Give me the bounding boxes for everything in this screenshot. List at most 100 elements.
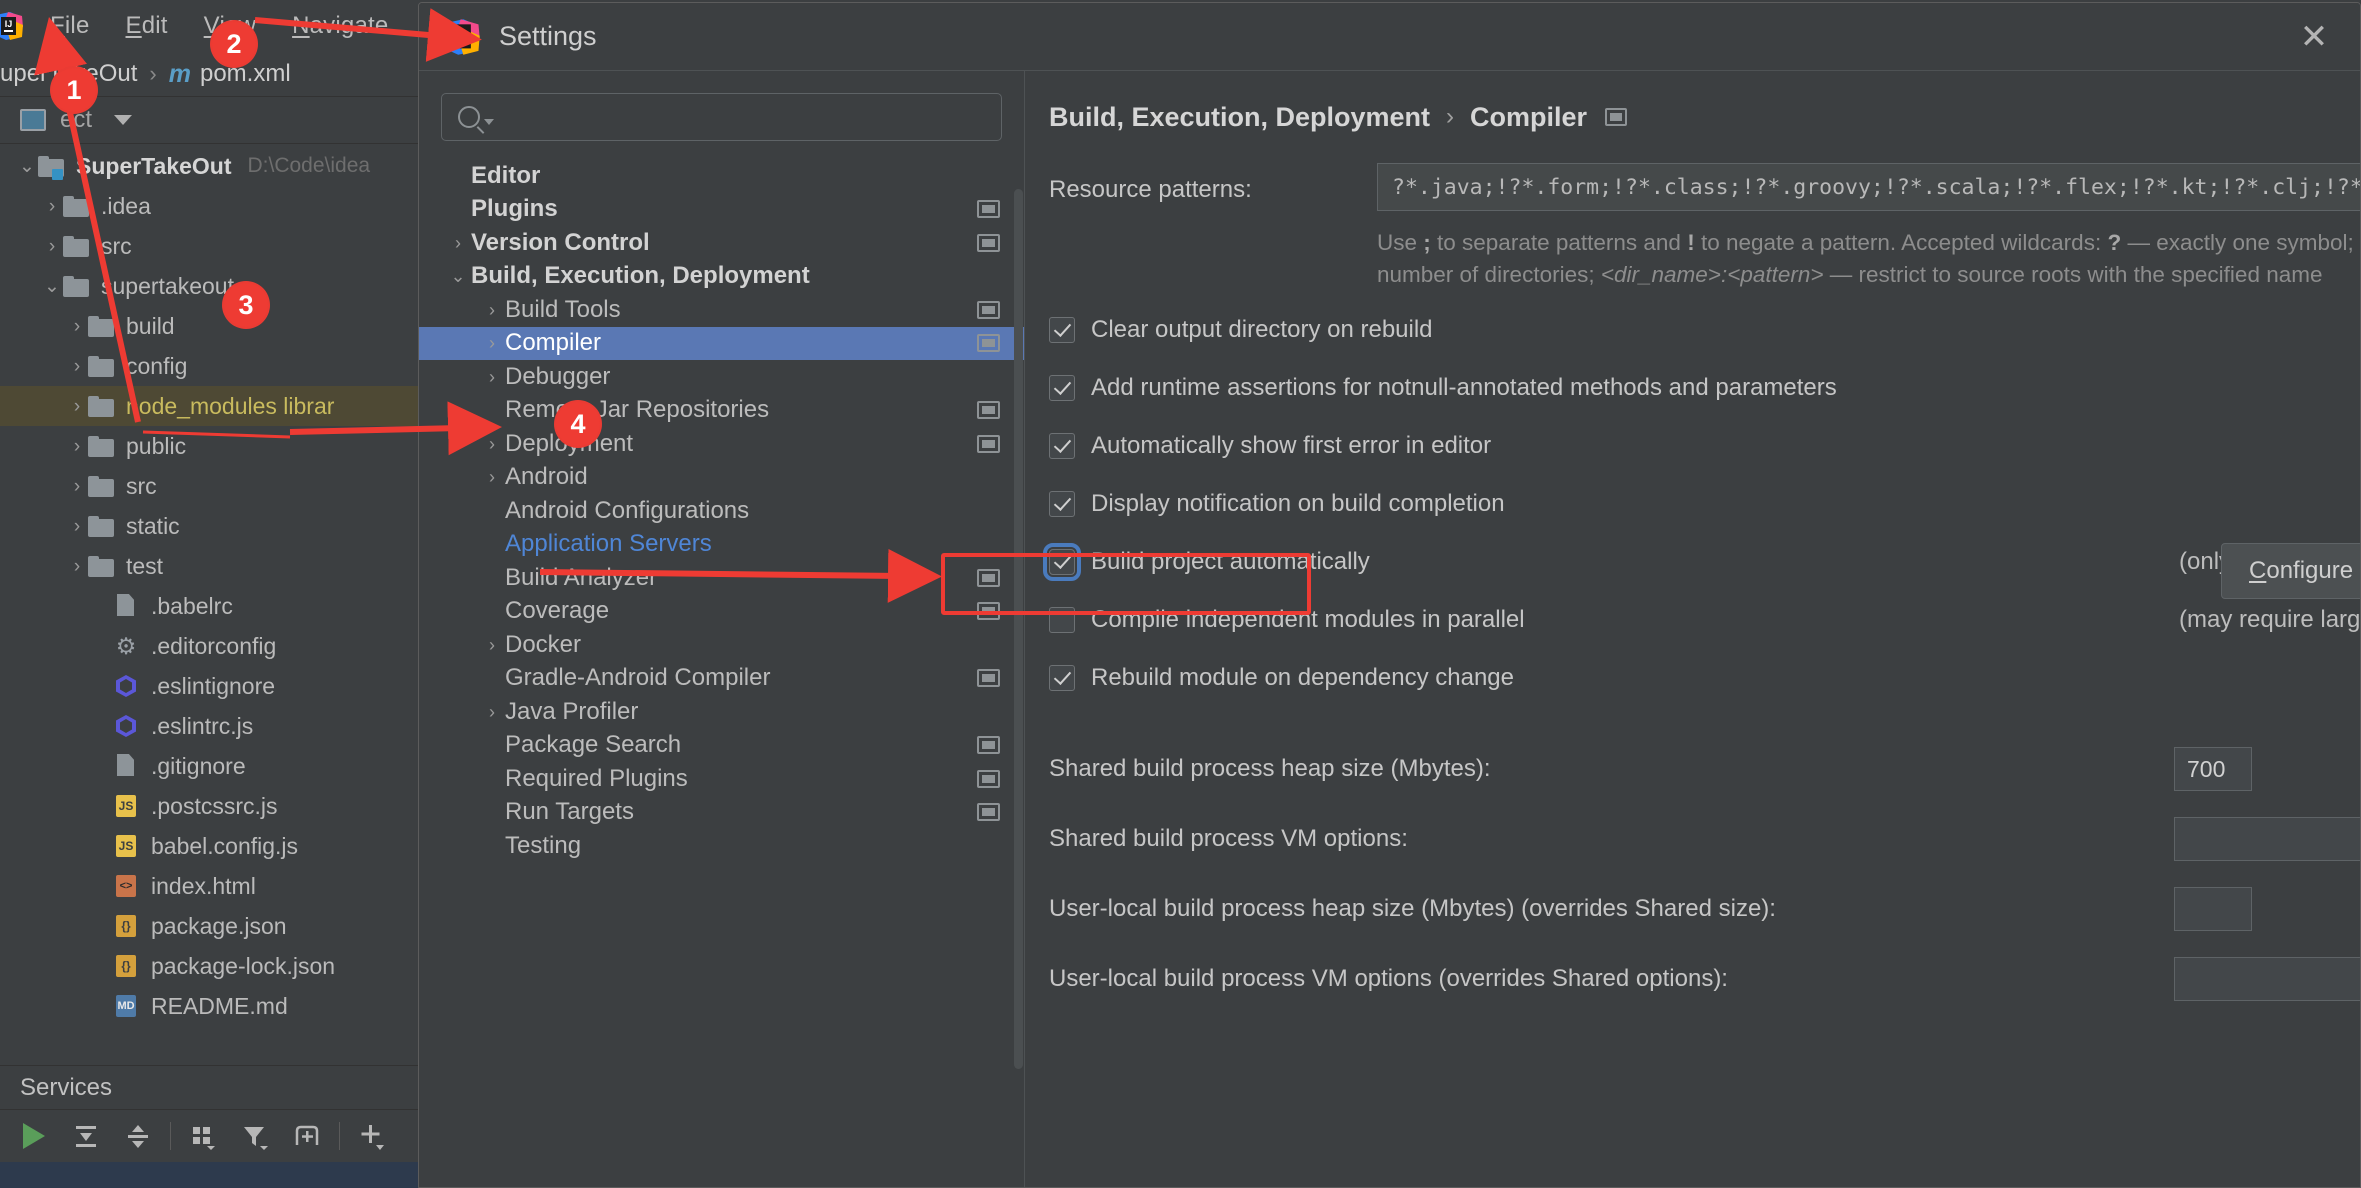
tree-item[interactable]: › .idea — [0, 186, 420, 226]
add-tab-icon[interactable] — [281, 1110, 333, 1162]
tree-item[interactable]: ⚙ .editorconfig — [0, 626, 420, 666]
tree-item[interactable]: .postcssrc.js — [0, 786, 420, 826]
chevron-icon[interactable]: › — [479, 468, 505, 486]
chevron-icon[interactable]: › — [479, 334, 505, 352]
checkbox-display-notification-on-build-completion[interactable] — [1049, 491, 1075, 517]
settings-nav-item-docker[interactable]: › Docker — [419, 628, 1024, 662]
run-icon[interactable] — [8, 1110, 60, 1162]
tree-item[interactable]: › src — [0, 466, 420, 506]
chevron-icon[interactable]: › — [66, 437, 88, 456]
checkbox-rebuild-module-on-dependency-change[interactable] — [1049, 665, 1075, 691]
chevron-icon[interactable]: › — [479, 301, 505, 319]
module-scope-icon[interactable] — [1605, 108, 1628, 126]
breadcrumb-crumb-1[interactable]: Build, Execution, Deployment — [1049, 102, 1430, 133]
settings-nav-item-deployment[interactable]: ›Deployment — [419, 427, 1024, 461]
nav-scrollbar[interactable] — [1014, 189, 1023, 1069]
settings-nav-item-coverage[interactable]: Coverage — [419, 595, 1024, 629]
services-selected-row[interactable] — [0, 1162, 420, 1188]
settings-nav-list[interactable]: Editor Plugins › Version Control ⌄ Build, Exe… — [419, 159, 1024, 863]
chevron-icon[interactable]: › — [66, 317, 88, 336]
checkbox-label[interactable]: Automatically show first error in editor — [1091, 432, 1491, 460]
settings-nav-item-android[interactable]: › Android — [419, 461, 1024, 495]
chevron-icon[interactable]: › — [66, 557, 88, 576]
close-icon[interactable]: ✕ — [2294, 17, 2334, 57]
settings-nav-item-run-targets[interactable]: Run Targets — [419, 796, 1024, 830]
menu-item-file[interactable]: File — [32, 12, 108, 40]
tree-item[interactable]: ⌄ supertakeout — [0, 266, 420, 306]
group-by-icon[interactable] — [177, 1110, 229, 1162]
settings-nav-item-plugins[interactable]: Plugins — [419, 193, 1024, 227]
tree-item[interactable]: › config — [0, 346, 420, 386]
settings-nav-item-debugger[interactable]: › Debugger — [419, 360, 1024, 394]
settings-nav-item-editor[interactable]: Editor — [419, 159, 1024, 193]
services-tool-window-tab[interactable]: Services — [0, 1065, 420, 1110]
chevron-icon[interactable]: › — [479, 703, 505, 721]
chevron-icon[interactable]: › — [41, 197, 63, 216]
settings-nav-item-package-search[interactable]: Package Search — [419, 729, 1024, 763]
settings-nav-item-build-analyzer[interactable]: Build Analyzer — [419, 561, 1024, 595]
chevron-icon[interactable]: › — [479, 435, 505, 453]
tree-item[interactable]: › test — [0, 546, 420, 586]
chevron-icon[interactable]: ⌄ — [41, 277, 63, 296]
menu-item-navigate[interactable]: Navigate — [274, 12, 406, 40]
settings-field-input[interactable]: ↗ — [2174, 817, 2360, 861]
tree-item[interactable]: .eslintignore — [0, 666, 420, 706]
settings-nav-item-version-control[interactable]: › Version Control — [419, 226, 1024, 260]
tree-item[interactable]: index.html — [0, 866, 420, 906]
tree-item[interactable]: README.md — [0, 986, 420, 1026]
chevron-down-icon[interactable] — [484, 119, 494, 125]
tree-item[interactable]: .eslintrc.js — [0, 706, 420, 746]
chevron-icon[interactable]: ⌄ — [16, 157, 38, 176]
checkbox-label[interactable]: Rebuild module on dependency change — [1091, 664, 1514, 692]
tree-item[interactable]: .babelrc — [0, 586, 420, 626]
chevron-down-icon[interactable] — [114, 115, 133, 125]
settings-nav-item-remote-jar-repositories[interactable]: Remote Jar Repositories — [419, 394, 1024, 428]
expand-all-icon[interactable] — [60, 1110, 112, 1162]
settings-field-input[interactable]: 700 — [2174, 747, 2252, 791]
settings-field-input[interactable] — [2174, 887, 2252, 931]
checkbox-label[interactable]: Clear output directory on rebuild — [1091, 316, 1433, 344]
collapse-all-icon[interactable] — [112, 1110, 164, 1162]
tree-item[interactable]: › node_modules librar — [0, 386, 420, 426]
settings-nav-item-gradle-android-compiler[interactable]: Gradle-Android Compiler — [419, 662, 1024, 696]
chevron-icon[interactable]: › — [41, 237, 63, 256]
settings-nav-item-java-profiler[interactable]: › Java Profiler — [419, 695, 1024, 729]
settings-nav-item-build-tools[interactable]: › Build Tools — [419, 293, 1024, 327]
chevron-icon[interactable]: › — [66, 357, 88, 376]
chevron-icon[interactable]: › — [66, 477, 88, 496]
settings-field-input[interactable]: ↗ — [2174, 957, 2360, 1001]
tree-item[interactable]: › static — [0, 506, 420, 546]
tree-item[interactable]: › src — [0, 226, 420, 266]
tree-item[interactable]: › public — [0, 426, 420, 466]
breadcrumb-file[interactable]: pom.xml — [200, 60, 291, 88]
configure-annotations-button[interactable]: Configure annotations... — [2221, 543, 2360, 599]
settings-nav-item-testing[interactable]: Testing — [419, 829, 1024, 863]
settings-nav-item-required-plugins[interactable]: Required Plugins — [419, 762, 1024, 796]
checkbox-automatically-show-first-error-in-editor[interactable] — [1049, 433, 1075, 459]
tree-item[interactable]: ⌄ SuperTakeOut D:\Code\idea — [0, 146, 420, 186]
settings-nav-item-compiler[interactable]: › Compiler — [419, 326, 1024, 360]
filter-icon[interactable] — [229, 1110, 281, 1162]
chevron-icon[interactable]: › — [66, 397, 88, 416]
checkbox-add-runtime-assertions-for-notnull-annotated-methods-and-parameters[interactable] — [1049, 375, 1075, 401]
checkbox-label[interactable]: Add runtime assertions for notnull-annot… — [1091, 374, 1837, 402]
tree-item[interactable]: package-lock.json — [0, 946, 420, 986]
tree-item[interactable]: .gitignore — [0, 746, 420, 786]
settings-nav-item-build-execution-deployment[interactable]: ⌄ Build, Execution, Deployment — [419, 260, 1024, 294]
menu-item-edit[interactable]: Edit — [108, 12, 186, 40]
checkbox-clear-output-directory-on-rebuild[interactable] — [1049, 317, 1075, 343]
tree-item[interactable]: › build — [0, 306, 420, 346]
chevron-icon[interactable]: › — [66, 517, 88, 536]
chevron-icon[interactable]: › — [479, 368, 505, 386]
tree-item[interactable]: babel.config.js — [0, 826, 420, 866]
add-icon[interactable] — [346, 1110, 398, 1162]
resource-patterns-input[interactable]: ?*.java;!?*.form;!?*.class;!?*.groovy;!?… — [1377, 163, 2360, 211]
checkbox-label[interactable]: Display notification on build completion — [1091, 490, 1505, 518]
search-input[interactable] — [441, 93, 1002, 141]
project-file-tree[interactable]: ⌄ SuperTakeOut D:\Code\idea › .idea › src ⌄ supe… — [0, 146, 420, 1026]
settings-nav-item-application-servers[interactable]: Application Servers — [419, 528, 1024, 562]
tree-item[interactable]: package.json — [0, 906, 420, 946]
chevron-icon[interactable]: › — [479, 636, 505, 654]
chevron-icon[interactable]: ⌄ — [445, 267, 471, 285]
settings-nav-item-android-configurations[interactable]: Android Configurations — [419, 494, 1024, 528]
